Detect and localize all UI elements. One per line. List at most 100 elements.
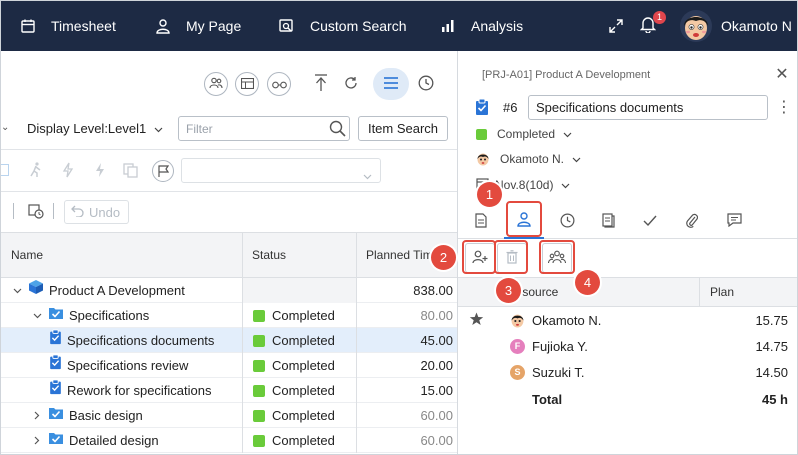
row-status-label: Completed (272, 308, 335, 323)
refresh-button[interactable] (341, 74, 361, 94)
row-status-cell[interactable]: Completed (242, 353, 356, 378)
list-view-toggle[interactable] (373, 68, 409, 100)
row-planned-time-cell[interactable]: 15.00 (356, 378, 457, 403)
assignee-name: Okamoto N. (500, 152, 565, 166)
row-name-cell[interactable]: Product A Development (11, 278, 185, 303)
chevron-right-icon[interactable] (31, 436, 43, 445)
resource-row[interactable]: S Suzuki T. 14.50 (458, 360, 797, 385)
trash-icon (506, 249, 518, 267)
toolbar-separator-2 (53, 203, 54, 219)
project-breadcrumb[interactable]: [PRJ-A01] Product A Development (482, 69, 650, 81)
resource-plan-value[interactable]: 14.50 (755, 360, 788, 385)
refresh-icon (344, 76, 358, 93)
chevron-down-icon (563, 127, 572, 141)
chevron-down-icon[interactable] (11, 288, 23, 294)
status-color-swatch (253, 409, 265, 422)
calendar-clock-icon[interactable] (28, 203, 44, 222)
row-name-cell[interactable]: Basic design (31, 403, 143, 428)
add-person-icon (472, 250, 488, 267)
row-status-cell[interactable]: Completed (242, 403, 356, 428)
column-header-name[interactable]: Name (1, 233, 242, 277)
row-planned-time-cell[interactable]: 45.00 (356, 328, 457, 353)
table-row[interactable]: Specifications review Completed 20.00 (1, 353, 457, 378)
table-row[interactable]: Product A Development 838.00 (1, 278, 457, 303)
column-header-plan[interactable]: Plan (710, 278, 734, 306)
members-view-button[interactable] (204, 72, 228, 96)
tab-notes[interactable] (588, 204, 628, 239)
user-name[interactable]: Okamoto N (721, 1, 792, 51)
row-status-cell[interactable]: Completed (242, 378, 356, 403)
search-icon[interactable] (329, 120, 346, 140)
row-name-label: Product A Development (49, 283, 185, 298)
faded-toolbar-icon-0 (1, 164, 9, 176)
row-name-cell[interactable]: Specifications (31, 303, 149, 328)
more-menu-icon[interactable]: ⋮ (776, 97, 792, 117)
table-row[interactable]: Detailed design Completed 60.00 (1, 428, 457, 453)
notification-bell-button[interactable]: 1 (636, 11, 666, 38)
table-row[interactable]: Specifications documents Completed 45.00 (1, 328, 457, 353)
nav-custom-search[interactable]: Custom Search (279, 1, 406, 51)
expand-icon[interactable] (604, 14, 628, 38)
collapse-top-button[interactable] (311, 73, 331, 95)
row-name-cell[interactable]: Rework for specifications (49, 378, 212, 403)
display-level-select[interactable]: Display Level:Level1 (27, 121, 163, 136)
display-level-chevron-left-icon[interactable]: ⌄ (1, 122, 9, 133)
column-separator[interactable] (699, 278, 700, 306)
flag-icon[interactable] (152, 160, 174, 182)
document-icon (475, 212, 487, 231)
column-header-status[interactable]: Status (242, 233, 356, 277)
group-icon (547, 250, 567, 267)
user-avatar[interactable] (679, 9, 713, 43)
row-status-cell[interactable] (242, 278, 356, 303)
tab-resources[interactable] (504, 204, 544, 239)
tab-comments[interactable] (714, 204, 754, 239)
table-row[interactable]: Basic design Completed 60.00 (1, 403, 457, 428)
tab-attachments[interactable] (672, 204, 712, 239)
resource-row[interactable]: F Fujioka Y. 14.75 (458, 334, 797, 359)
row-status-cell[interactable]: Completed (242, 428, 356, 453)
add-resource-button[interactable] (465, 243, 495, 273)
nav-timesheet[interactable]: Timesheet (21, 1, 116, 51)
chevron-down-icon[interactable] (31, 313, 43, 319)
row-name-cell[interactable]: Detailed design (31, 428, 159, 453)
nav-analysis[interactable]: Analysis (441, 1, 523, 51)
item-search-button[interactable]: Item Search (358, 116, 448, 141)
row-planned-time-cell[interactable]: 60.00 (356, 428, 457, 453)
star-icon[interactable] (469, 312, 484, 329)
row-planned-time-cell[interactable]: 838.00 (356, 278, 457, 303)
row-status-label: Completed (272, 433, 335, 448)
table-icon (240, 77, 254, 92)
timeline-view-button[interactable] (415, 73, 437, 95)
tab-checklist[interactable] (630, 204, 670, 239)
row-status-cell[interactable]: Completed (242, 303, 356, 328)
row-status-cell[interactable]: Completed (242, 328, 356, 353)
tab-document[interactable] (461, 204, 501, 239)
tab-time[interactable] (547, 204, 587, 239)
filter-input[interactable] (179, 117, 319, 140)
assign-members-button[interactable] (542, 243, 572, 273)
resource-row[interactable]: Okamoto N. 15.75 (458, 308, 797, 333)
callout-1: 1 (477, 182, 502, 207)
table-row[interactable]: Specifications Completed 80.00 (1, 303, 457, 328)
glasses-view-button[interactable] (267, 72, 291, 96)
filter-field[interactable] (178, 116, 350, 141)
search-screen-icon (279, 19, 294, 33)
row-name-cell[interactable]: Specifications documents (49, 328, 214, 353)
clock-icon (560, 213, 575, 231)
row-planned-time-cell[interactable]: 60.00 (356, 403, 457, 428)
nav-my-page[interactable]: My Page (156, 1, 241, 51)
undo-button[interactable]: Undo (64, 200, 129, 224)
delete-resource-button[interactable] (497, 243, 527, 273)
chevron-right-icon[interactable] (31, 411, 43, 420)
task-title-field[interactable]: Specifications documents (528, 95, 768, 120)
close-icon[interactable]: ✕ (774, 67, 790, 83)
status-select[interactable]: Completed (476, 124, 572, 144)
row-planned-time-cell[interactable]: 80.00 (356, 303, 457, 328)
table-row[interactable]: Rework for specifications Completed 15.00 (1, 378, 457, 403)
row-name-cell[interactable]: Specifications review (49, 353, 188, 378)
resource-plan-value[interactable]: 14.75 (755, 334, 788, 359)
assignee-select[interactable]: Okamoto N. (476, 149, 581, 169)
row-planned-time-cell[interactable]: 20.00 (356, 353, 457, 378)
table-view-button[interactable] (235, 72, 259, 96)
resource-plan-value[interactable]: 15.75 (755, 308, 788, 333)
